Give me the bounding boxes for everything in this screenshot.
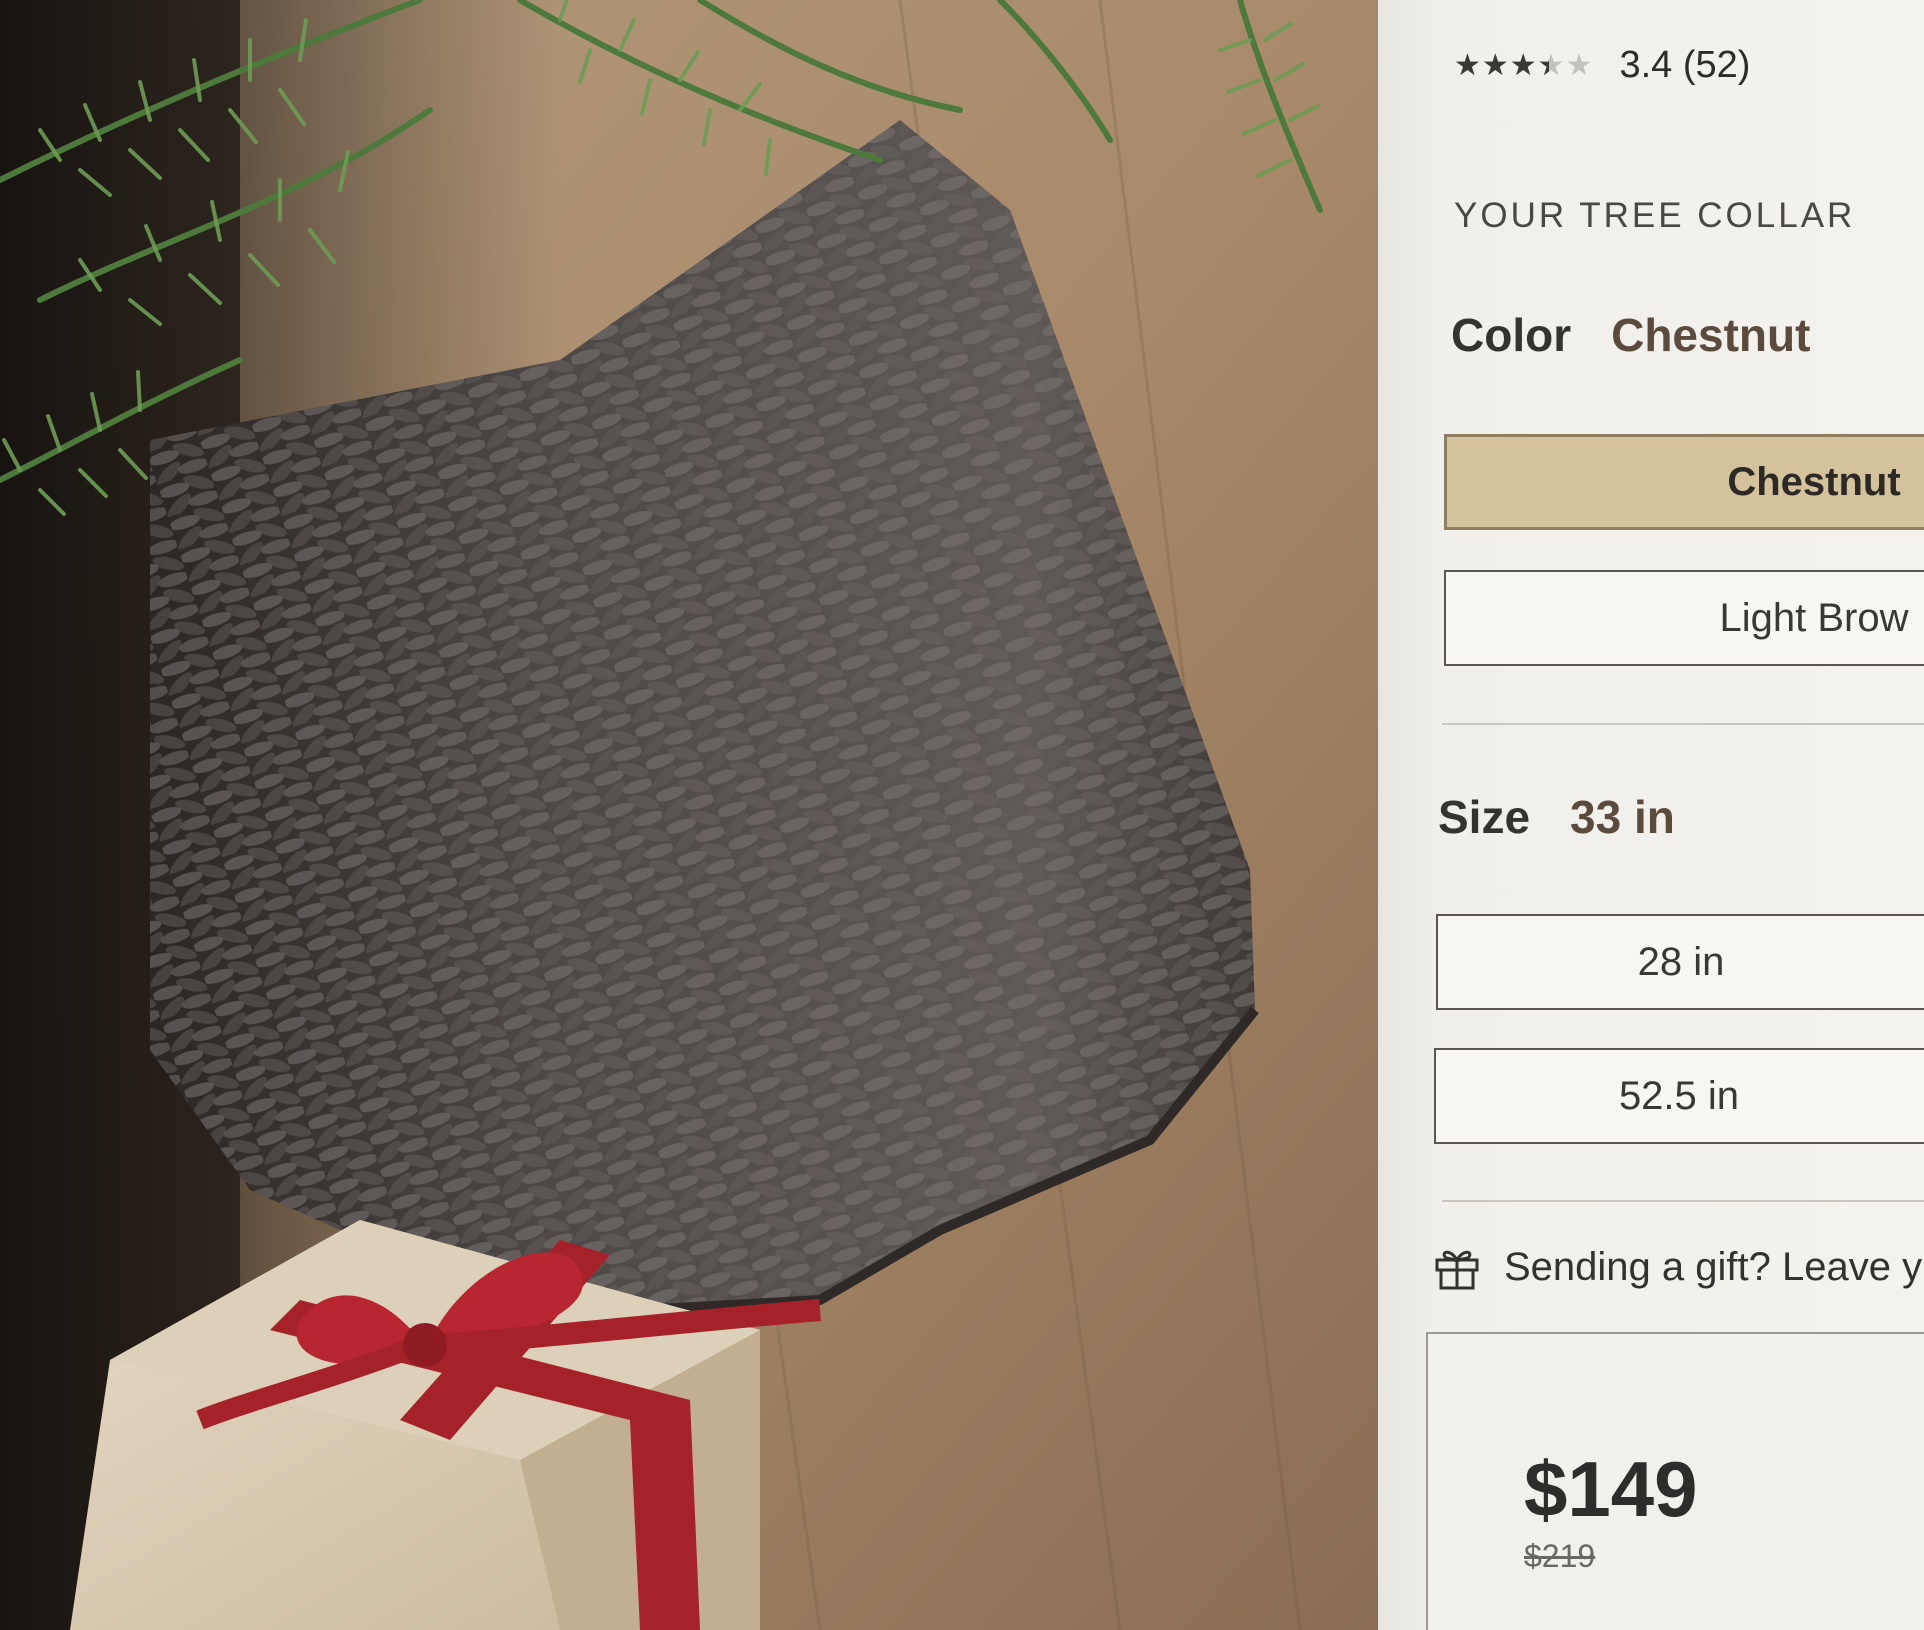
rating-summary[interactable]: ★★★★★★★★★★ 3.4 (52) <box>1454 44 1750 87</box>
divider <box>1442 1200 1924 1202</box>
divider <box>1442 723 1924 725</box>
size-option-28[interactable]: 28 in <box>1436 914 1924 1010</box>
star-rating: ★★★★★★★★★★ <box>1454 47 1594 83</box>
gift-note-link[interactable]: Sending a gift? Leave y <box>1432 1242 1922 1292</box>
original-price: $219 <box>1524 1538 1596 1574</box>
section-label: YOUR TREE COLLAR <box>1454 196 1856 235</box>
product-options-panel: ★★★★★★★★★★ 3.4 (52) YOUR TREE COLLAR Col… <box>1378 0 1924 1630</box>
size-option-52-5[interactable]: 52.5 in <box>1434 1048 1924 1144</box>
gift-note-text: Sending a gift? Leave y <box>1504 1244 1923 1289</box>
size-label: Size <box>1438 791 1531 843</box>
color-heading: Color Chestnut <box>1451 308 1810 362</box>
size-heading: Size 33 in <box>1438 790 1675 844</box>
size-selected-value: 33 in <box>1570 791 1675 843</box>
rating-text[interactable]: 3.4 (52) <box>1619 44 1750 87</box>
color-option-chestnut[interactable]: Chestnut <box>1444 434 1924 530</box>
color-option-label: Light Brow <box>1719 595 1909 640</box>
size-option-label: 28 in <box>1637 939 1725 984</box>
price-box: $149 $219 <box>1426 1332 1924 1630</box>
color-option-light-brown[interactable]: Light Brow <box>1444 570 1924 666</box>
color-label: Color <box>1451 309 1572 361</box>
gift-icon <box>1435 1250 1479 1290</box>
product-image[interactable] <box>0 0 1378 1630</box>
color-selected-value: Chestnut <box>1611 309 1811 361</box>
color-option-label: Chestnut <box>1727 459 1901 504</box>
size-option-label: 52.5 in <box>1618 1073 1740 1118</box>
tree-collar-photo <box>0 0 1378 1630</box>
current-price: $149 <box>1524 1445 1698 1533</box>
